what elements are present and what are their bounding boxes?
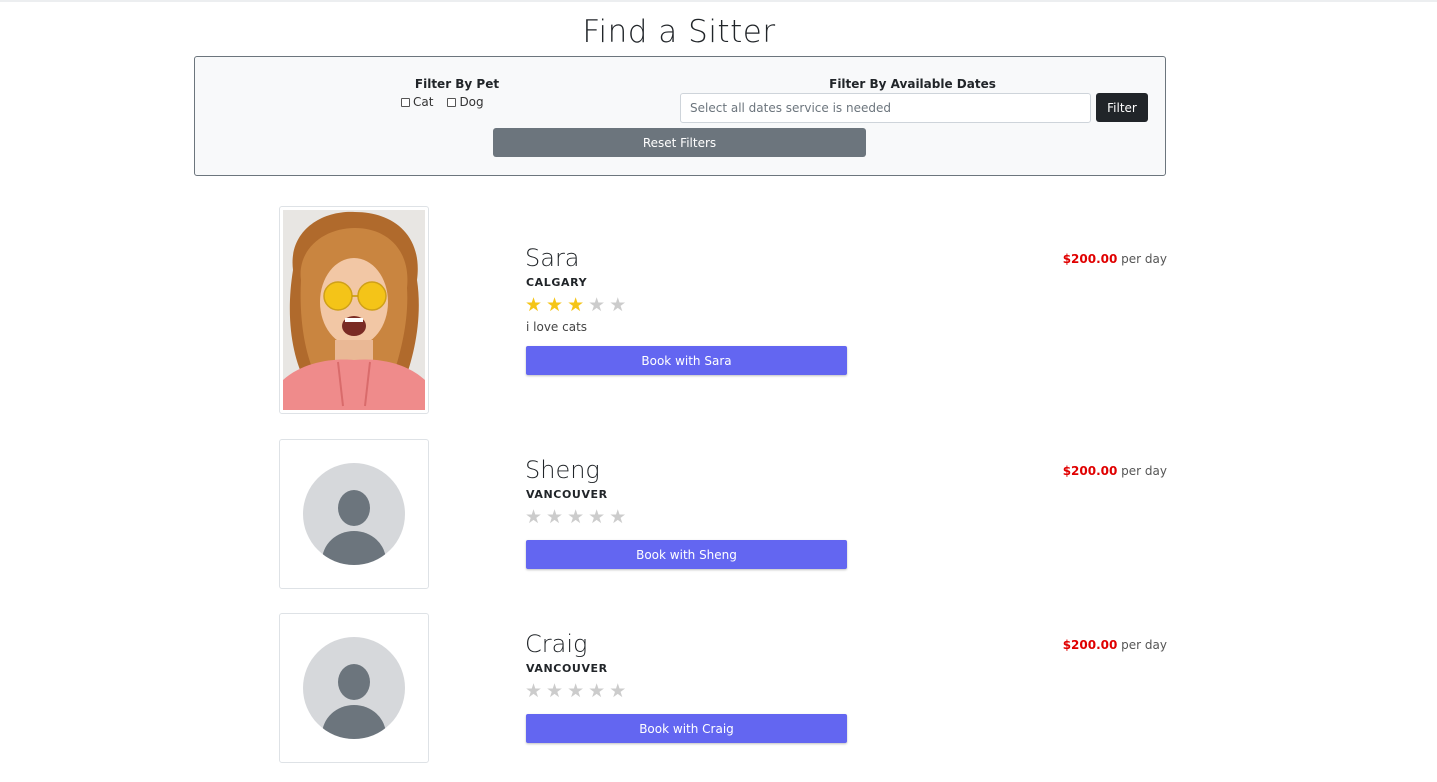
sitter-bio: i love cats xyxy=(526,320,588,334)
sitter-name: Sheng xyxy=(525,456,600,484)
sitter-card: Sheng VANCOUVER ★ ★ ★ ★ ★ Book with Shen… xyxy=(279,439,1167,591)
star-filled-icon: ★ xyxy=(546,294,564,316)
date-range-input[interactable] xyxy=(680,93,1091,123)
star-empty-icon: ★ xyxy=(546,506,564,528)
rating-stars: ★ ★ ★ ★ ★ xyxy=(525,680,626,702)
star-empty-icon: ★ xyxy=(525,506,543,528)
sitter-name: Craig xyxy=(525,630,588,658)
sitter-photo-frame xyxy=(279,439,429,589)
star-empty-icon: ★ xyxy=(609,680,627,702)
star-filled-icon: ★ xyxy=(525,294,543,316)
rating-stars: ★ ★ ★ ★ ★ xyxy=(525,294,626,316)
price-amount: $200.00 xyxy=(1062,464,1118,478)
pet-filter-heading: Filter By Pet xyxy=(414,77,500,91)
pet-filter-options: Cat Dog xyxy=(401,95,484,109)
avatar-body-shape xyxy=(322,705,386,739)
star-empty-icon: ★ xyxy=(588,506,606,528)
price-unit: per day xyxy=(1121,252,1167,266)
avatar-head-shape xyxy=(338,664,370,700)
cat-checkbox-label: Cat xyxy=(413,95,434,109)
filter-button[interactable]: Filter xyxy=(1096,93,1148,122)
star-empty-icon: ★ xyxy=(567,680,585,702)
star-empty-icon: ★ xyxy=(525,680,543,702)
avatar-placeholder-icon xyxy=(303,637,405,739)
sitter-price: $200.00 per day xyxy=(1063,464,1167,478)
sitter-price: $200.00 per day xyxy=(1063,638,1167,652)
price-amount: $200.00 xyxy=(1062,638,1118,652)
avatar-head-shape xyxy=(338,490,370,526)
page-title: Find a Sitter xyxy=(582,14,776,50)
book-sitter-button[interactable]: Book with Sheng xyxy=(526,540,847,569)
cat-checkbox-option[interactable]: Cat xyxy=(401,95,433,109)
star-empty-icon: ★ xyxy=(588,680,606,702)
sitter-city: VANCOUVER xyxy=(526,488,608,501)
sitter-city: VANCOUVER xyxy=(526,662,608,675)
dog-checkbox-option[interactable]: Dog xyxy=(447,95,484,109)
book-sitter-button[interactable]: Book with Sara xyxy=(526,346,847,375)
sitter-photo-frame xyxy=(279,613,429,763)
price-unit: per day xyxy=(1121,638,1167,652)
reset-filters-button[interactable]: Reset Filters xyxy=(493,128,866,157)
dog-checkbox[interactable] xyxy=(447,97,457,107)
star-empty-icon: ★ xyxy=(567,506,585,528)
star-empty-icon: ★ xyxy=(609,294,627,316)
avatar-body-shape xyxy=(322,531,386,565)
sitter-card: Craig VANCOUVER ★ ★ ★ ★ ★ Book with Crai… xyxy=(279,613,1167,765)
cat-checkbox[interactable] xyxy=(401,97,410,107)
avatar-placeholder-icon xyxy=(303,463,405,565)
sitter-city: CALGARY xyxy=(526,276,588,289)
sitter-card: Sara CALGARY ★ ★ ★ ★ ★ i love cats Book … xyxy=(279,206,1167,416)
book-sitter-button[interactable]: Book with Craig xyxy=(526,714,847,743)
price-amount: $200.00 xyxy=(1062,252,1118,266)
woman-portrait xyxy=(283,210,425,410)
star-empty-icon: ★ xyxy=(609,506,627,528)
sitter-photo xyxy=(283,210,425,410)
date-filter-heading: Filter By Available Dates xyxy=(829,77,996,91)
top-border xyxy=(0,0,1437,2)
star-filled-icon: ★ xyxy=(567,294,585,316)
sitter-photo-frame xyxy=(279,206,429,414)
price-unit: per day xyxy=(1121,464,1167,478)
sitter-name: Sara xyxy=(525,244,580,272)
filter-panel: Filter By Pet Cat Dog Filter By Availabl… xyxy=(194,56,1166,176)
star-empty-icon: ★ xyxy=(546,680,564,702)
dog-checkbox-label: Dog xyxy=(459,95,484,109)
star-empty-icon: ★ xyxy=(588,294,606,316)
rating-stars: ★ ★ ★ ★ ★ xyxy=(525,506,626,528)
sitter-price: $200.00 per day xyxy=(1063,252,1167,266)
